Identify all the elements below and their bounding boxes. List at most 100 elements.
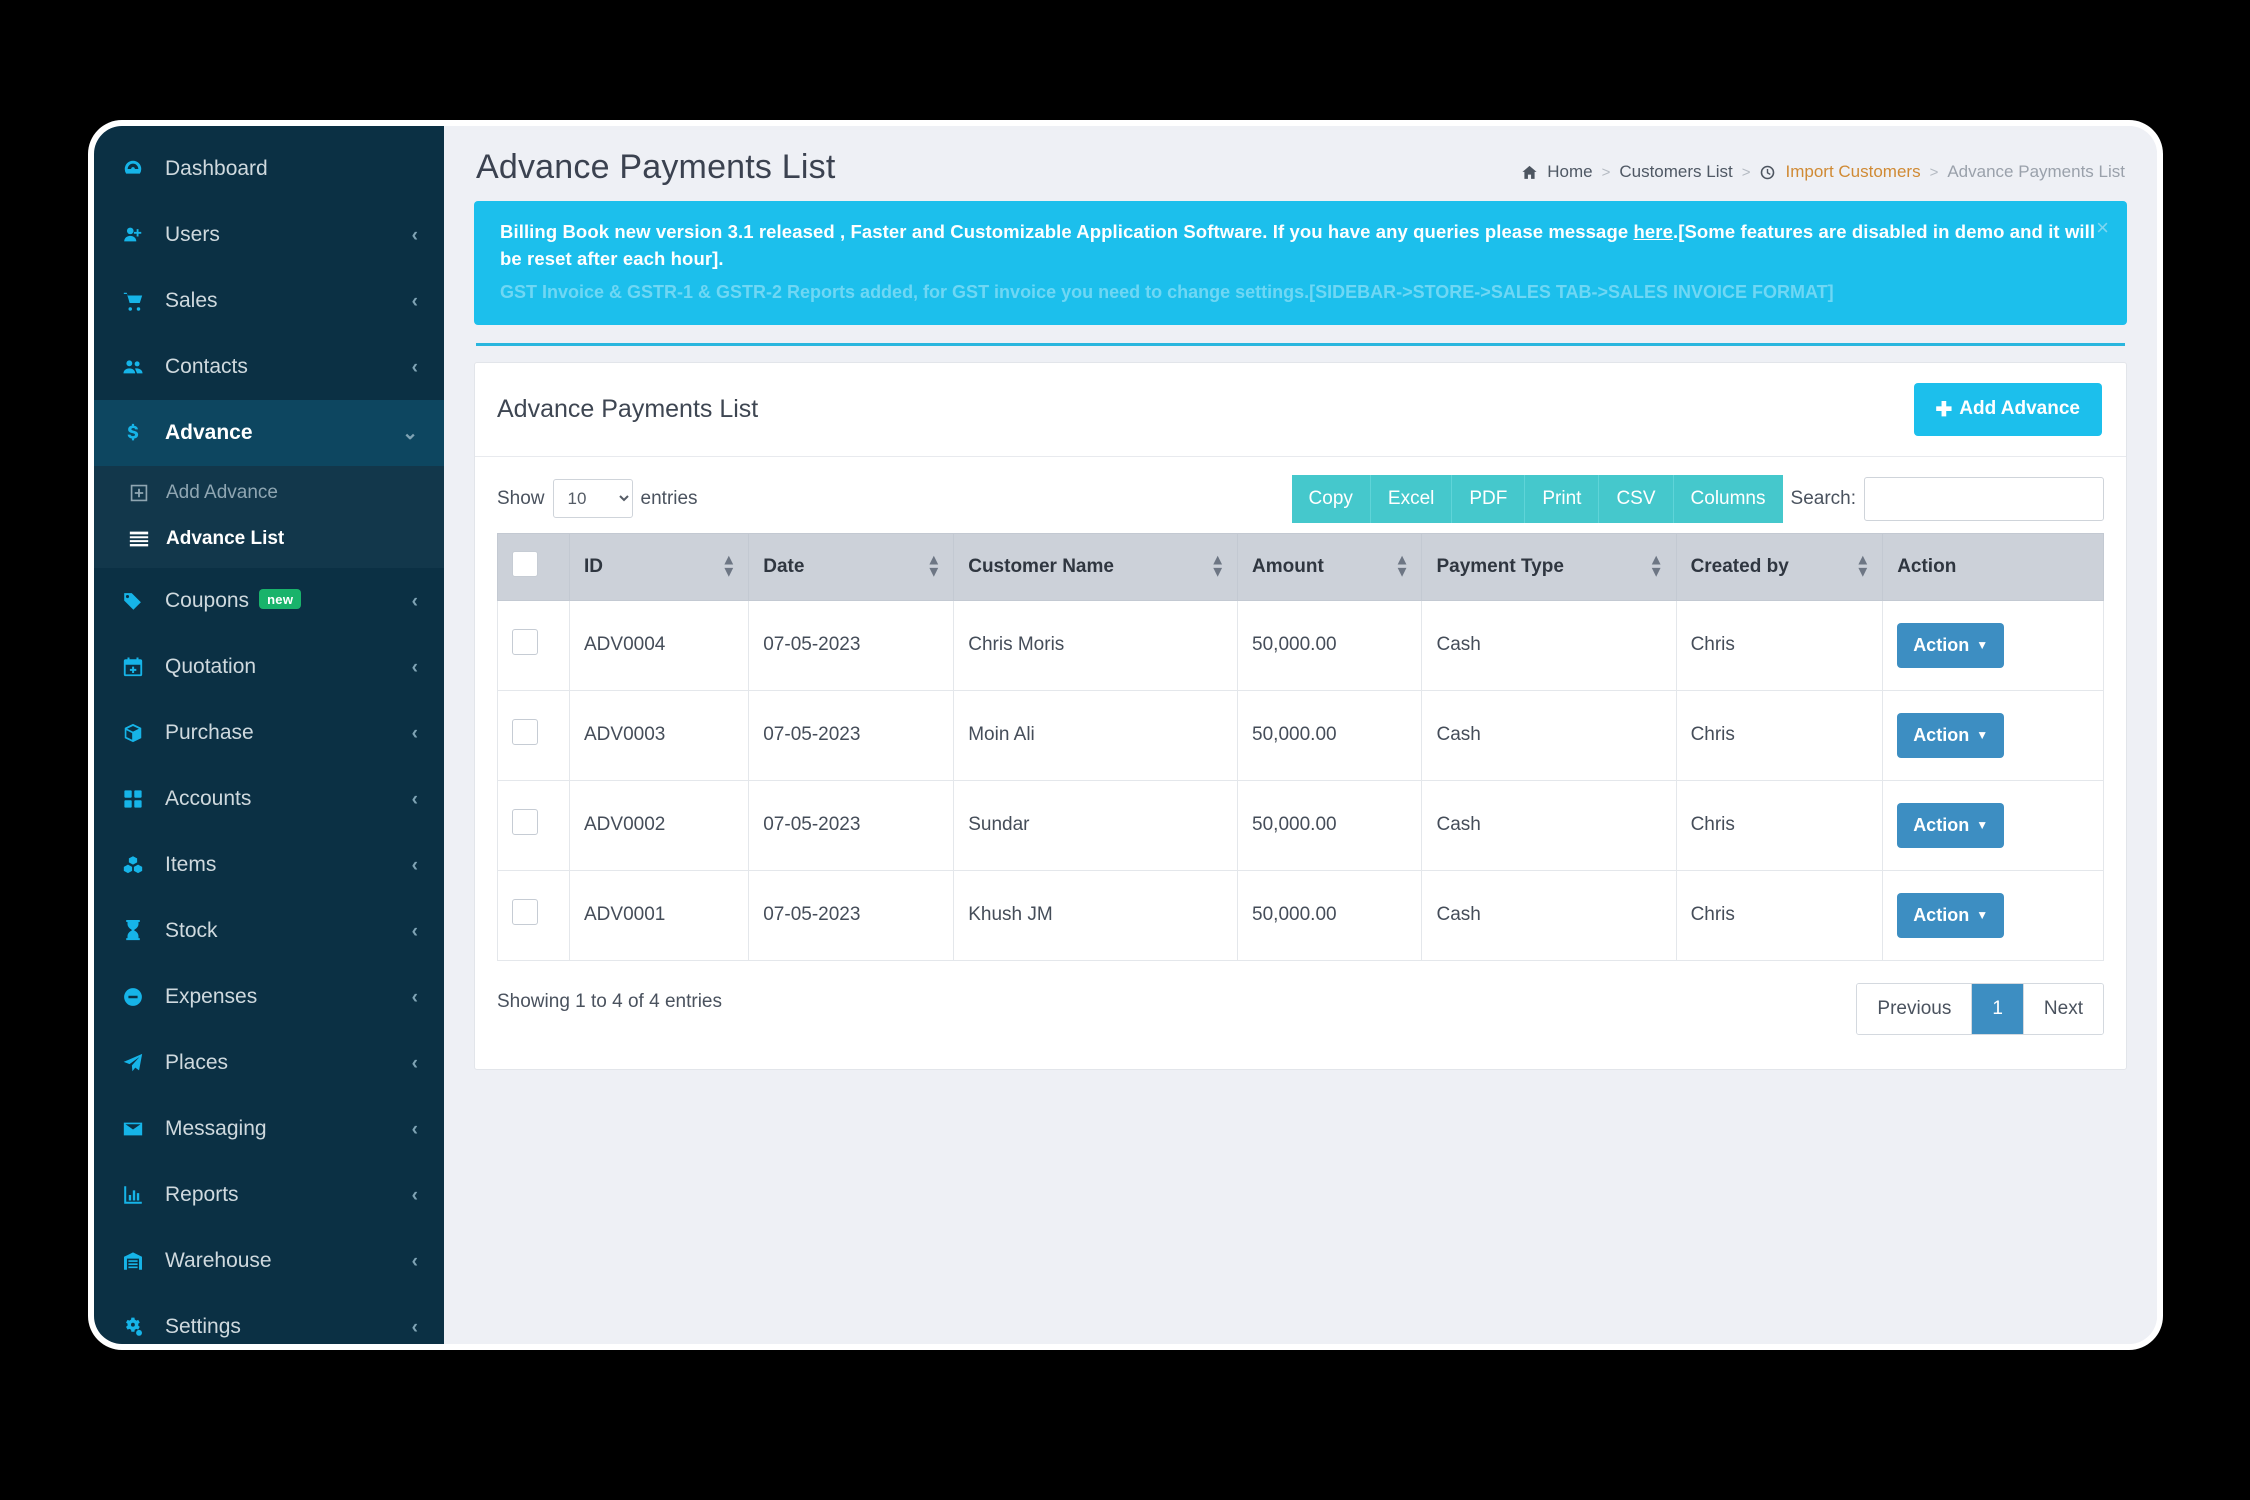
pagination-page-1[interactable]: 1 [1972, 983, 2024, 1034]
chevron-left-icon: ‹ [411, 1052, 418, 1074]
chevron-left-icon: ‹ [411, 224, 418, 246]
export-csv-button[interactable]: CSV [1599, 474, 1674, 523]
sort-icon: ▲ ▼ [1394, 550, 1410, 581]
alert-here-link[interactable]: here [1633, 221, 1672, 242]
column-amount[interactable]: Amount ▲ ▼ [1237, 532, 1423, 601]
submenu-item-advance-list[interactable]: Advance List [94, 516, 444, 562]
sort-icon: ▲ ▼ [1855, 550, 1871, 581]
entries-length-select[interactable]: 102550100 [552, 479, 633, 519]
breadcrumb-item-home[interactable]: Home [1547, 162, 1592, 182]
cell-payment-type: Cash [1421, 779, 1677, 871]
sidebar-item-label: Reports [165, 1183, 239, 1206]
column-customer-name[interactable]: Customer Name ▲ ▼ [953, 532, 1239, 601]
submenu-item-label: Advance List [166, 528, 285, 549]
cell-date: 07-05-2023 [748, 599, 955, 691]
sidebar-item-advance[interactable]: Advance ⌄ [94, 400, 444, 466]
app-window: Dashboard Users ‹ Sales ‹ Contacts ‹ Advance ⌄ Ad… [88, 120, 2163, 1350]
sidebar-item-quotation[interactable]: Quotation ‹ [94, 634, 444, 700]
sidebar-item-items[interactable]: Items ‹ [94, 832, 444, 898]
chevron-left-icon: ‹ [411, 290, 418, 312]
chevron-left-icon: ‹ [411, 590, 418, 612]
column-payment-type[interactable]: Payment Type ▲ ▼ [1421, 532, 1677, 601]
sidebar-item-coupons[interactable]: Coupons new ‹ [94, 568, 444, 634]
add-advance-label: Add Advance [1959, 398, 2080, 420]
sidebar-item-reports[interactable]: Reports ‹ [94, 1162, 444, 1228]
pagination: Previous 1 Next [1856, 982, 2104, 1035]
row-checkbox[interactable] [512, 719, 538, 746]
row-action-button[interactable]: Action ▼ [1897, 712, 2005, 758]
alert-line-2: GST Invoice & GSTR-1 & GSTR-2 Reports ad… [500, 281, 1834, 302]
sort-icon: ▲ ▼ [721, 550, 737, 581]
dashboard-icon [122, 158, 156, 180]
section-divider [476, 342, 2125, 346]
sidebar-item-expenses[interactable]: Expenses ‹ [94, 964, 444, 1030]
page-title: Advance Payments List [476, 148, 836, 186]
chevron-left-icon: ‹ [411, 1184, 418, 1206]
close-icon[interactable]: × [2096, 217, 2109, 239]
row-action-button[interactable]: Action ▼ [1897, 622, 2005, 668]
export-excel-button[interactable]: Excel [1370, 474, 1453, 523]
list-icon [128, 528, 158, 550]
row-select-cell [497, 869, 570, 961]
sidebar-item-dashboard[interactable]: Dashboard [94, 136, 444, 202]
row-checkbox[interactable] [512, 809, 538, 836]
cart-icon [122, 290, 156, 312]
breadcrumb: Home > Customers List > Import Customers > Adv… [1521, 148, 2125, 182]
export-print-button[interactable]: Print [1525, 474, 1600, 523]
chevron-left-icon: ‹ [411, 1250, 418, 1272]
sidebar-item-messaging[interactable]: Messaging ‹ [94, 1096, 444, 1162]
sidebar-item-contacts[interactable]: Contacts ‹ [94, 334, 444, 400]
cell-action: Action ▼ [1882, 689, 2104, 781]
search-input[interactable] [1864, 476, 2104, 521]
select-all-checkbox[interactable] [512, 550, 538, 577]
row-checkbox[interactable] [512, 629, 538, 656]
sort-icon: ▲ ▼ [926, 550, 942, 581]
sidebar-item-sales[interactable]: Sales ‹ [94, 268, 444, 334]
pagination-next[interactable]: Next [2023, 983, 2103, 1034]
sidebar-submenu-advance: Add Advance Advance List [94, 466, 444, 568]
cell-customer-name: Khush JM [953, 869, 1239, 961]
row-action-button[interactable]: Action ▼ [1897, 802, 2005, 848]
sidebar-item-users[interactable]: Users ‹ [94, 202, 444, 268]
sidebar-item-label: Quotation [165, 655, 257, 678]
export-pdf-button[interactable]: PDF [1452, 474, 1526, 523]
column-id[interactable]: ID ▲ ▼ [568, 532, 750, 601]
export-copy-button[interactable]: Copy [1291, 474, 1371, 523]
advance-payments-table: ID ▲ ▼ Date ▲ ▼ Customer Name ▲ ▼ Amount ▲ ▼ Payment… [497, 532, 2104, 961]
column-label: Action [1897, 555, 1957, 577]
export-columns-button[interactable]: Columns [1673, 474, 1783, 523]
submenu-item-add-advance[interactable]: Add Advance [94, 470, 444, 516]
cell-date: 07-05-2023 [748, 869, 955, 961]
caret-down-icon: ▼ [1976, 728, 1989, 743]
breadcrumb-item-import-customers[interactable]: Import Customers [1785, 162, 1920, 182]
cell-amount: 50,000.00 [1237, 599, 1423, 691]
box-icon [122, 722, 156, 744]
sidebar-item-places[interactable]: Places ‹ [94, 1030, 444, 1096]
sidebar-item-accounts[interactable]: Accounts ‹ [94, 766, 444, 832]
cell-amount: 50,000.00 [1237, 869, 1423, 961]
breadcrumb-separator: > [1741, 163, 1751, 181]
breadcrumb-item-customers-list[interactable]: Customers List [1619, 162, 1732, 182]
sidebar-item-settings[interactable]: Settings ‹ [94, 1294, 444, 1344]
users-icon [122, 224, 156, 246]
column-label: ID [584, 555, 603, 577]
sidebar-item-purchase[interactable]: Purchase ‹ [94, 700, 444, 766]
alert-text-a: Billing Book new version 3.1 released , … [500, 221, 1634, 242]
sidebar-item-warehouse[interactable]: Warehouse ‹ [94, 1228, 444, 1294]
cell-payment-type: Cash [1421, 869, 1677, 961]
row-action-button[interactable]: Action ▼ [1897, 892, 2005, 938]
pagination-previous[interactable]: Previous [1857, 983, 1973, 1034]
add-advance-button[interactable]: ✚ Add Advance [1913, 382, 2102, 436]
column-created-by[interactable]: Created by ▲ ▼ [1675, 532, 1884, 601]
row-checkbox[interactable] [512, 899, 538, 926]
cell-id: ADV0001 [568, 869, 750, 961]
column-date[interactable]: Date ▲ ▼ [748, 532, 955, 601]
envelope-icon [122, 1118, 156, 1140]
action-label: Action [1913, 634, 1970, 655]
sidebar-item-stock[interactable]: Stock ‹ [94, 898, 444, 964]
search-control: Search: [1791, 476, 2104, 521]
cell-date: 07-05-2023 [748, 779, 955, 871]
new-badge: new [259, 589, 302, 609]
table-controls: Show 102550100 entries CopyExcelPDFPrint… [475, 457, 2126, 533]
export-button-group: Copy Excel PDF Print CSV Columns [1291, 474, 1783, 523]
